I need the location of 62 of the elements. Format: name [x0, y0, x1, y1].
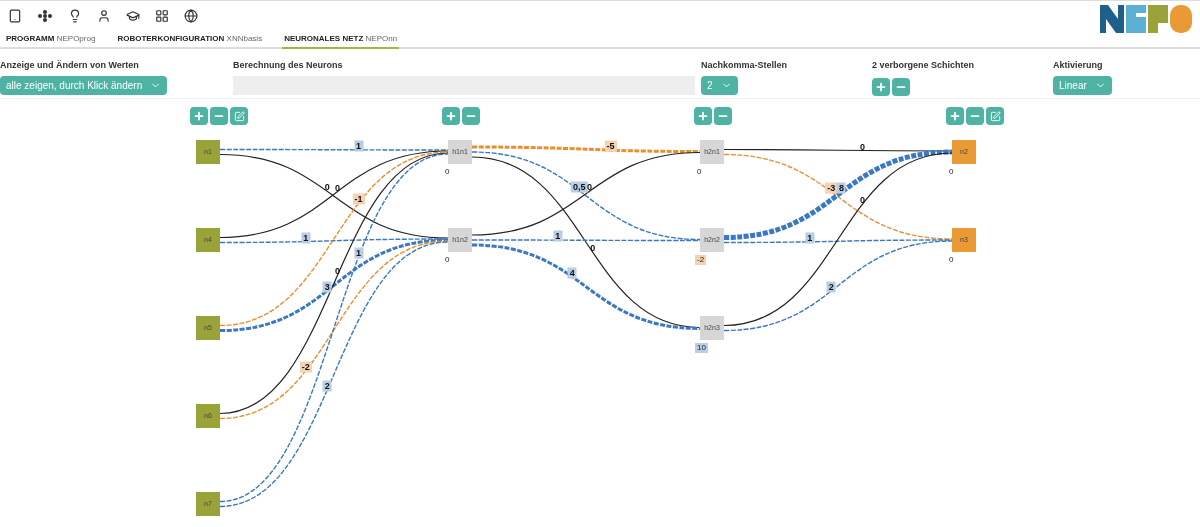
- weight-label[interactable]: -5: [604, 140, 617, 152]
- graduation-cap-icon[interactable]: [126, 9, 140, 23]
- user-icon[interactable]: [97, 9, 111, 23]
- remove-button[interactable]: [892, 77, 910, 96]
- tab[interactable]: PROGRAMM NEPOprog: [4, 31, 98, 49]
- weight-label[interactable]: 1: [301, 232, 311, 244]
- add-button[interactable]: [190, 107, 208, 125]
- add-button[interactable]: [872, 77, 890, 96]
- weight-label[interactable]: 0: [332, 182, 342, 194]
- remove-button[interactable]: [462, 107, 480, 125]
- remove-button[interactable]: [714, 107, 732, 125]
- weight-label[interactable]: -2: [299, 361, 312, 373]
- weight-label[interactable]: 1: [553, 230, 563, 242]
- tab[interactable]: ROBOTERKONFIGURATION XNNbasis: [115, 31, 265, 49]
- weight-label[interactable]: 0: [858, 194, 868, 206]
- node-value[interactable]: 0: [947, 167, 956, 177]
- weight-label[interactable]: 0: [588, 242, 598, 254]
- node-value[interactable]: 0: [695, 167, 704, 177]
- edit-button[interactable]: [230, 107, 248, 125]
- weight-label[interactable]: 1: [805, 232, 815, 244]
- weight-label[interactable]: 0: [858, 141, 868, 153]
- dots-icon[interactable]: [37, 9, 53, 23]
- weight-label[interactable]: 2: [322, 380, 332, 392]
- globe-icon[interactable]: [184, 9, 198, 23]
- plus-icon: [445, 110, 457, 122]
- node-value[interactable]: 0: [947, 255, 956, 265]
- tab[interactable]: NEURONALES NETZ NEPOnn: [282, 31, 400, 49]
- weight-label[interactable]: 1: [354, 140, 364, 152]
- edit-icon: [989, 110, 1001, 122]
- weight-label[interactable]: -1: [352, 193, 365, 205]
- node-value[interactable]: -2: [695, 255, 707, 265]
- lightbulb-icon[interactable]: [68, 9, 82, 23]
- weight-label[interactable]: -3: [825, 182, 838, 194]
- control-label: Aktivierung: [1053, 59, 1104, 72]
- weight-label[interactable]: 2: [826, 281, 836, 293]
- node-value[interactable]: 10: [695, 343, 708, 353]
- weight-label[interactable]: 0: [332, 265, 342, 277]
- grid-icon[interactable]: [155, 9, 169, 23]
- plus-icon: [949, 110, 961, 122]
- edit-button[interactable]: [986, 107, 1004, 125]
- control-label: 2 verborgene Schichten: [872, 59, 976, 72]
- control-label: Berechnung des Neurons: [233, 59, 344, 72]
- control-label: Anzeige und Ändern von Werten: [0, 59, 140, 72]
- weight-label[interactable]: 0: [322, 181, 332, 193]
- add-button[interactable]: [946, 107, 964, 125]
- weight-label[interactable]: 8: [836, 182, 846, 194]
- plus-icon: [875, 80, 887, 93]
- node-value[interactable]: 0: [443, 167, 452, 177]
- control-label: Nachkomma-Stellen: [701, 59, 789, 72]
- tablet-icon[interactable]: [8, 9, 22, 23]
- remove-button[interactable]: [210, 107, 228, 125]
- plus-icon: [697, 110, 709, 122]
- add-button[interactable]: [694, 107, 712, 125]
- plus-icon: [193, 110, 205, 122]
- weight-label[interactable]: 0,5: [570, 181, 588, 192]
- remove-button[interactable]: [966, 107, 984, 125]
- weight-label[interactable]: 1: [354, 247, 364, 259]
- node-value[interactable]: 0: [443, 255, 452, 265]
- weight-label[interactable]: 4: [567, 267, 577, 279]
- weight-label[interactable]: 3: [322, 281, 332, 293]
- edit-icon: [233, 110, 245, 122]
- add-button[interactable]: [442, 107, 460, 125]
